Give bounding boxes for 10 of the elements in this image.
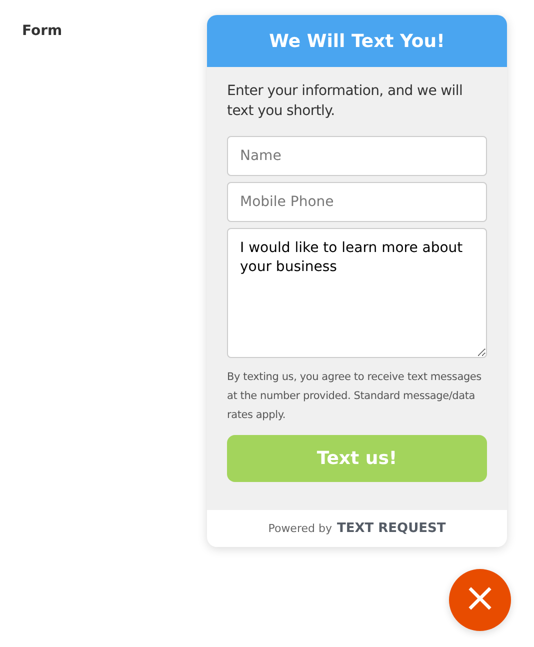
disclaimer-text: By texting us, you agree to receive text messages at the number provided. Standard message/data rates apply. (227, 370, 482, 423)
brand-name[interactable]: TEXT REQUEST (336, 521, 446, 536)
input-field[interactable]: Name (227, 136, 487, 176)
page-heading: Form (22, 23, 62, 39)
intro-text: Enter your information, and we will text you shortly. (227, 82, 464, 121)
widget-title: We Will Text You! (269, 30, 445, 52)
message-field[interactable]: I would like to learn more about your business (227, 228, 487, 358)
input-field[interactable]: Mobile Phone (227, 182, 487, 222)
powered-by-text: Powered by (268, 522, 332, 535)
close-button[interactable]: × (449, 569, 511, 631)
